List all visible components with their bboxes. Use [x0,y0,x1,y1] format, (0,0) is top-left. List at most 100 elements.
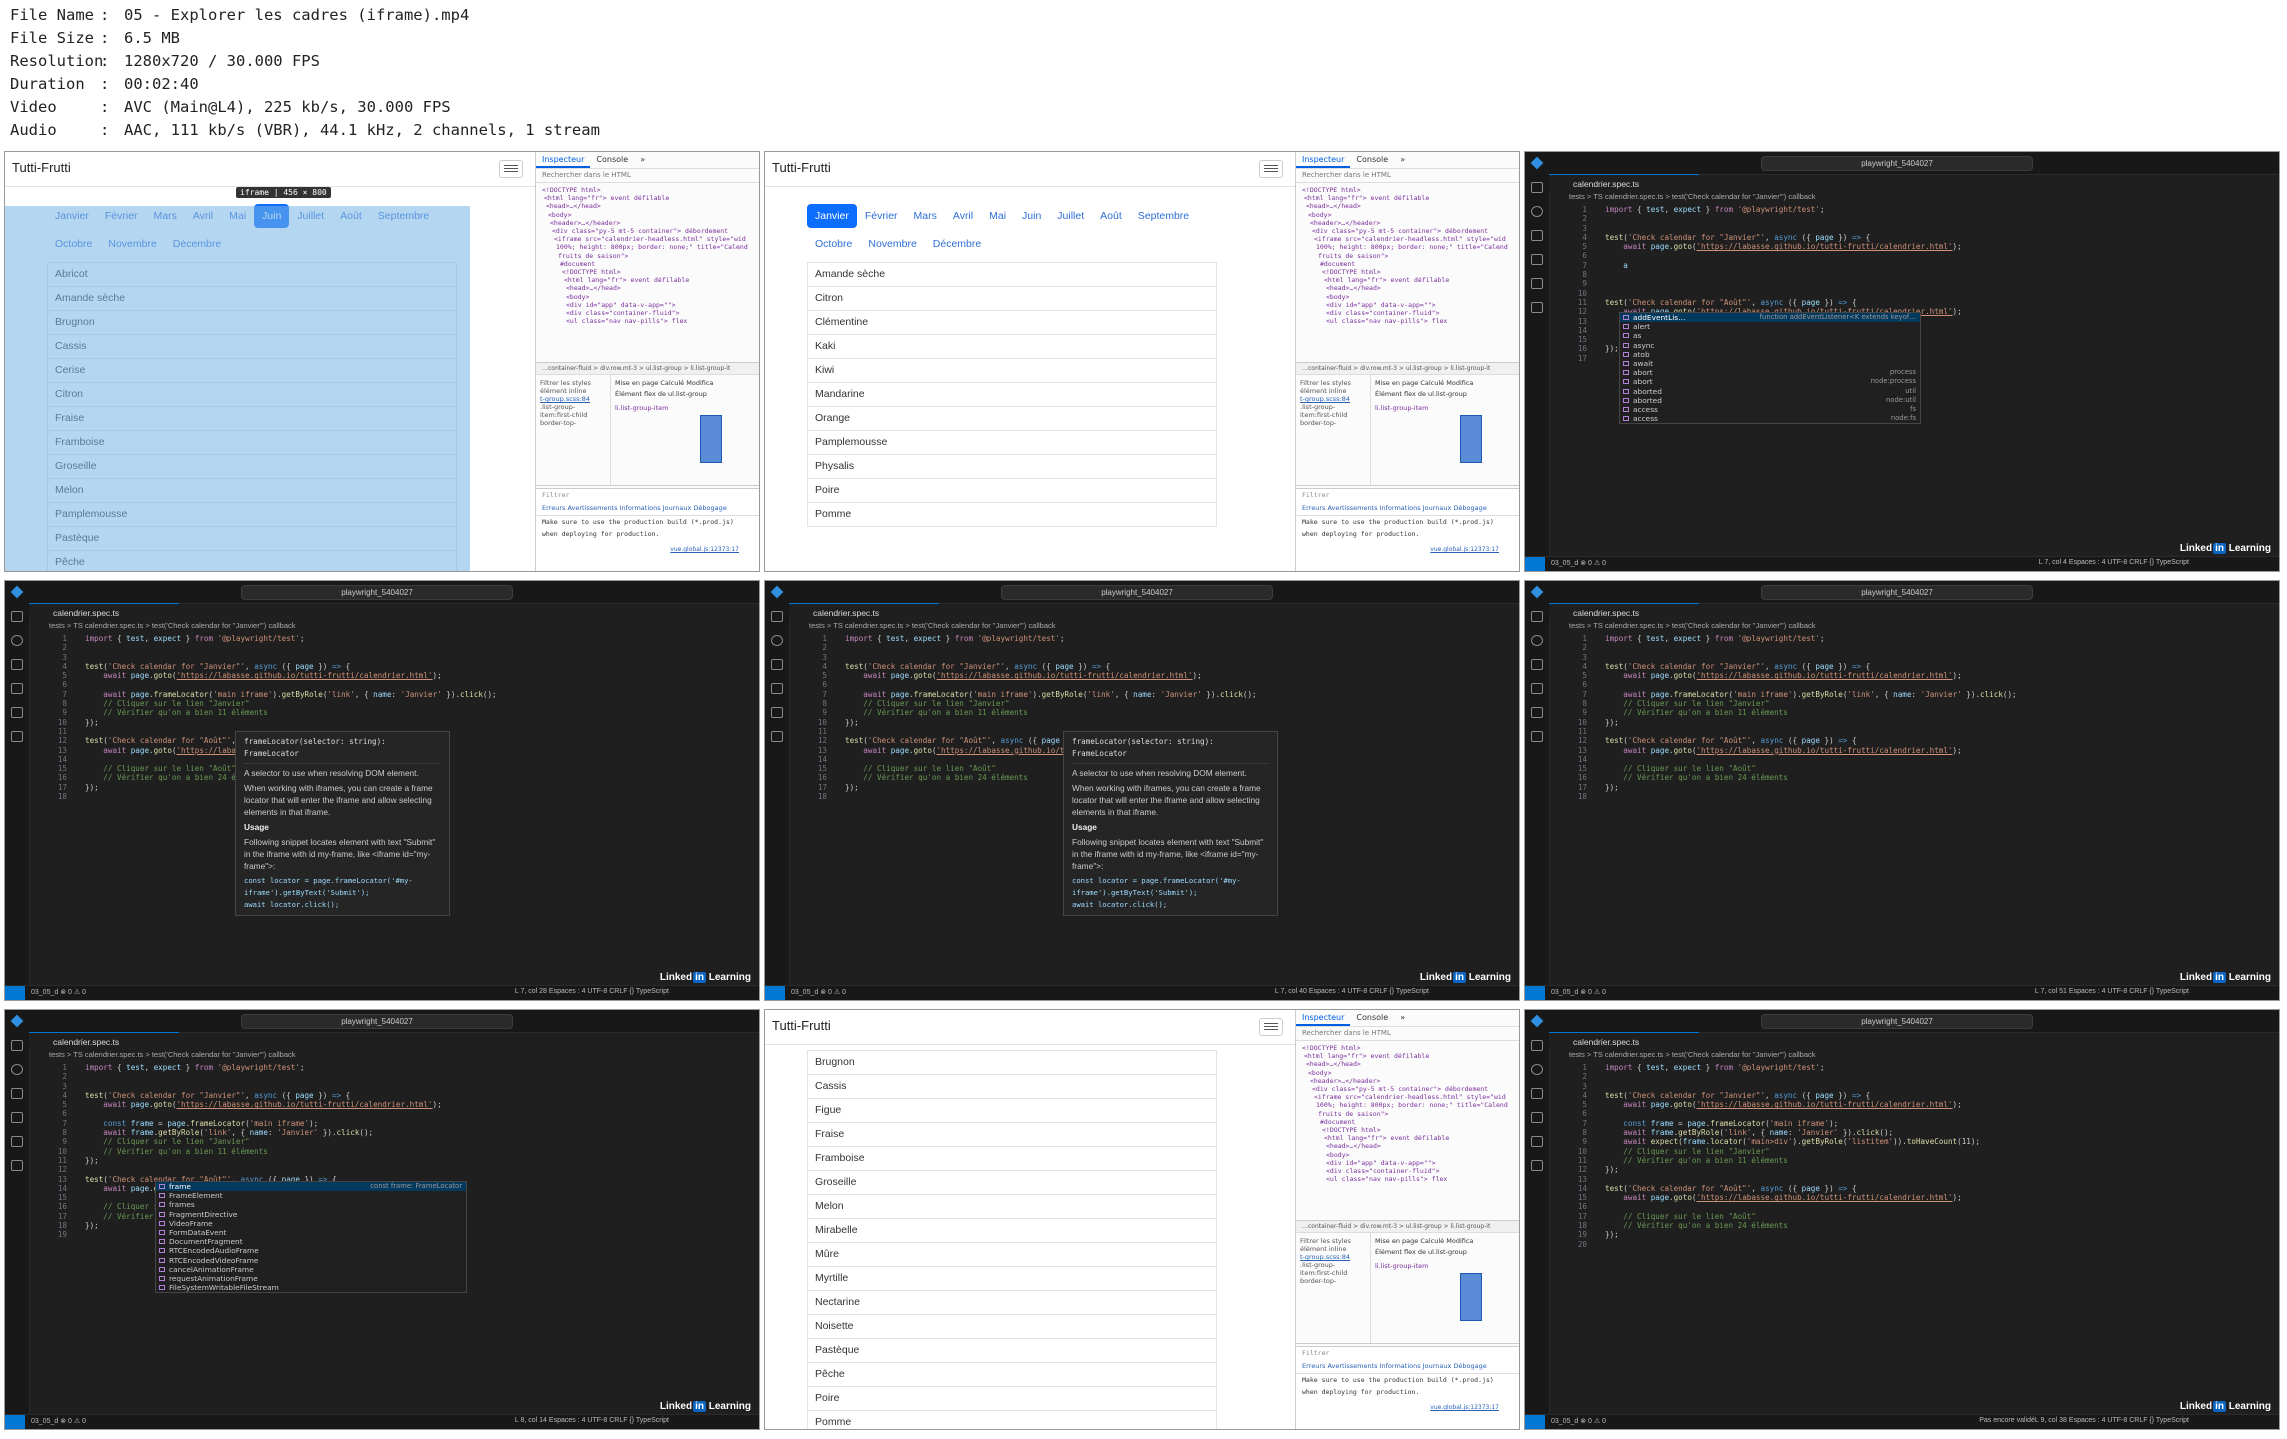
code-line[interactable]: 6 [1549,680,2279,689]
tab-inspecteur[interactable]: Inspecteur [1296,152,1351,168]
status-left[interactable]: 03_05_d ⊗ 0 ⚠ 0 [791,988,846,996]
run-debug-icon[interactable] [1531,683,1543,694]
dom-node[interactable]: <!DOCTYPE html> [542,268,753,276]
code-line[interactable]: 3 [1549,224,2279,233]
console-levels[interactable]: Erreurs Avertissements Informations Jour… [1296,1359,1519,1374]
command-center[interactable]: playwright_5404027 [1761,156,2033,171]
source-control-icon[interactable] [1531,230,1543,241]
code-line[interactable]: 9 // Vérifier qu'on a bien 11 éléments [29,708,759,717]
code-line[interactable]: 11}); [29,1156,759,1165]
code-line[interactable]: 1 import { test, expect } from '@playwrig… [1549,634,2279,643]
code-line[interactable]: 16 // Vérifier qu'on a bien 24 éléments [1549,773,2279,782]
site-title[interactable]: Tutti-Frutti [12,160,71,175]
console-levels[interactable]: Erreurs Avertissements Informations Jour… [536,501,759,516]
command-center[interactable]: playwright_5404027 [1761,585,2033,600]
dom-node[interactable]: <div id="app" data-v-app=""> [1302,1159,1513,1167]
dom-node[interactable]: <html lang="fr"> event défilable [1302,276,1513,284]
suggestion-item[interactable]: as [1620,331,1920,340]
editor-tab[interactable]: calendrier.spec.ts [1549,174,1699,192]
testing-icon[interactable] [1531,302,1543,313]
editor-breadcrumb[interactable]: tests > TS calendrier.spec.ts > test('Ch… [49,1050,296,1059]
code-line[interactable]: 15 // Cliquer sur le lien "Août" [1549,764,2279,773]
code-line[interactable]: 10}); [1549,718,2279,727]
dom-node[interactable]: <div id="app" data-v-app=""> [542,301,753,309]
code-line[interactable]: 8 await frame.getByRole('link', { name: … [29,1128,759,1137]
dom-node[interactable]: 100%; height: 800px; border: none;" titl… [1302,243,1513,251]
code-line[interactable]: 18 [1549,792,2279,801]
code-line[interactable]: 3 [1549,653,2279,662]
site-title[interactable]: Tutti-Frutti [772,160,831,175]
extensions-icon[interactable] [771,707,783,718]
editor-tab[interactable]: calendrier.spec.ts [1549,1032,1699,1050]
code-line[interactable]: 2 [789,643,1519,652]
run-debug-icon[interactable] [11,683,23,694]
code-line[interactable]: 2 [1549,214,2279,223]
dom-node[interactable]: <header>…</header> [1302,1077,1513,1085]
status-left[interactable]: 03_05_d ⊗ 0 ⚠ 0 [1551,1417,1606,1425]
explorer-icon[interactable] [1531,182,1543,193]
source-control-icon[interactable] [771,659,783,670]
menu-icon[interactable] [499,160,523,178]
suggestion-item[interactable]: atob [1620,350,1920,359]
suggestion-widget[interactable]: addEventLis… function addEventListener<K … [1619,312,1921,425]
console-filter[interactable]: Filtrer [536,489,759,501]
code-line[interactable]: 2 [29,1072,759,1081]
dom-node[interactable]: <body> [542,293,753,301]
dom-breadcrumb[interactable]: …container-fluid > div.row.mt-3 > ul.lis… [1296,1221,1519,1233]
code-line[interactable]: 8 await frame.getByRole('link', { name: … [1549,1128,2279,1137]
code-line[interactable]: 1 import { test, expect } from '@playwrig… [29,634,759,643]
code-line[interactable]: 4 test('Check calendar for "Janvier"', as… [789,662,1519,671]
search-icon[interactable] [11,635,23,646]
suggestion-item[interactable]: abort process [1620,368,1920,377]
status-right[interactable]: L 7, col 4 Espaces : 4 UTF-8 CRLF {} Typ… [2039,559,2189,566]
code-editor[interactable]: 1 import { test, expect } from '@playwrig… [1549,1063,2279,1249]
month-link[interactable]: Juin [1014,204,1049,228]
code-line[interactable]: 10 // Vérifier qu'on a bien 11 éléments [29,1147,759,1156]
month-link[interactable]: Décembre [925,232,989,256]
tab-more[interactable]: » [1394,1010,1411,1026]
dom-node[interactable]: <body> [542,211,753,219]
suggestion-item[interactable]: aborted util [1620,387,1920,396]
suggestion-item[interactable]: access node:fs [1620,414,1920,423]
styles-filter[interactable]: Filtrer les styles [1300,379,1366,387]
code-line[interactable]: 3 [29,1082,759,1091]
code-line[interactable]: 6 [1549,1109,2279,1118]
code-line[interactable]: 11 // Vérifier qu'on a bien 11 éléments [1549,1156,2279,1165]
dom-node[interactable]: <body> [1302,211,1513,219]
code-line[interactable]: 4 test('Check calendar for "Janvier"', as… [29,1091,759,1100]
dom-node[interactable]: <head>…</head> [1302,1142,1513,1150]
code-line[interactable]: 10}); [29,718,759,727]
month-link[interactable]: Septembre [1130,204,1197,228]
html-search[interactable]: Rechercher dans le HTML [1296,169,1519,183]
code-line[interactable]: 11 [1549,727,2279,736]
tab-inspecteur[interactable]: Inspecteur [1296,1010,1351,1026]
suggestion-item[interactable]: frame const frame: FrameLocator [156,1182,466,1192]
code-editor[interactable]: 1 import { test, expect } from '@playwrig… [1549,634,2279,801]
code-line[interactable]: 5 await page.goto('https://labasse.githu… [1549,671,2279,680]
tab-console[interactable]: Console [590,152,634,168]
search-icon[interactable] [1531,206,1543,217]
suggestion-item[interactable]: RTCEncodedVideoFrame [156,1256,466,1265]
suggestion-item[interactable]: aborted node:util [1620,396,1920,405]
status-left[interactable]: 03_05_d ⊗ 0 ⚠ 0 [1551,559,1606,567]
command-center[interactable]: playwright_5404027 [1001,585,1273,600]
menu-icon[interactable] [1259,1018,1283,1036]
command-center[interactable]: playwright_5404027 [1761,1014,2033,1029]
code-line[interactable]: 1 import { test, expect } from '@playwrig… [1549,205,2279,214]
code-line[interactable]: 4 test('Check calendar for "Janvier"', as… [1549,233,2279,242]
month-link[interactable]: Octobre [807,232,860,256]
code-line[interactable]: 1 import { test, expect } from '@playwrig… [1549,1063,2279,1072]
status-not-validated[interactable]: Pas encore validé [1979,1417,2035,1424]
dom-node[interactable]: <!DOCTYPE html> [542,186,753,194]
dom-node[interactable]: <header>…</header> [542,219,753,227]
html-search[interactable]: Rechercher dans le HTML [1296,1027,1519,1041]
testing-icon[interactable] [11,1160,23,1171]
dom-node[interactable]: <head>…</head> [1302,202,1513,210]
dom-node[interactable]: <ul class="nav nav-pills"> flex [1302,1175,1513,1183]
code-line[interactable]: 7 const frame = page.frameLocator('main … [29,1119,759,1128]
code-line[interactable]: 18 // Vérifier qu'on a bien 24 éléments [1549,1221,2279,1230]
month-link[interactable]: Mai [981,204,1014,228]
editor-tab[interactable]: calendrier.spec.ts [789,603,939,621]
search-icon[interactable] [771,635,783,646]
source-control-icon[interactable] [11,659,23,670]
